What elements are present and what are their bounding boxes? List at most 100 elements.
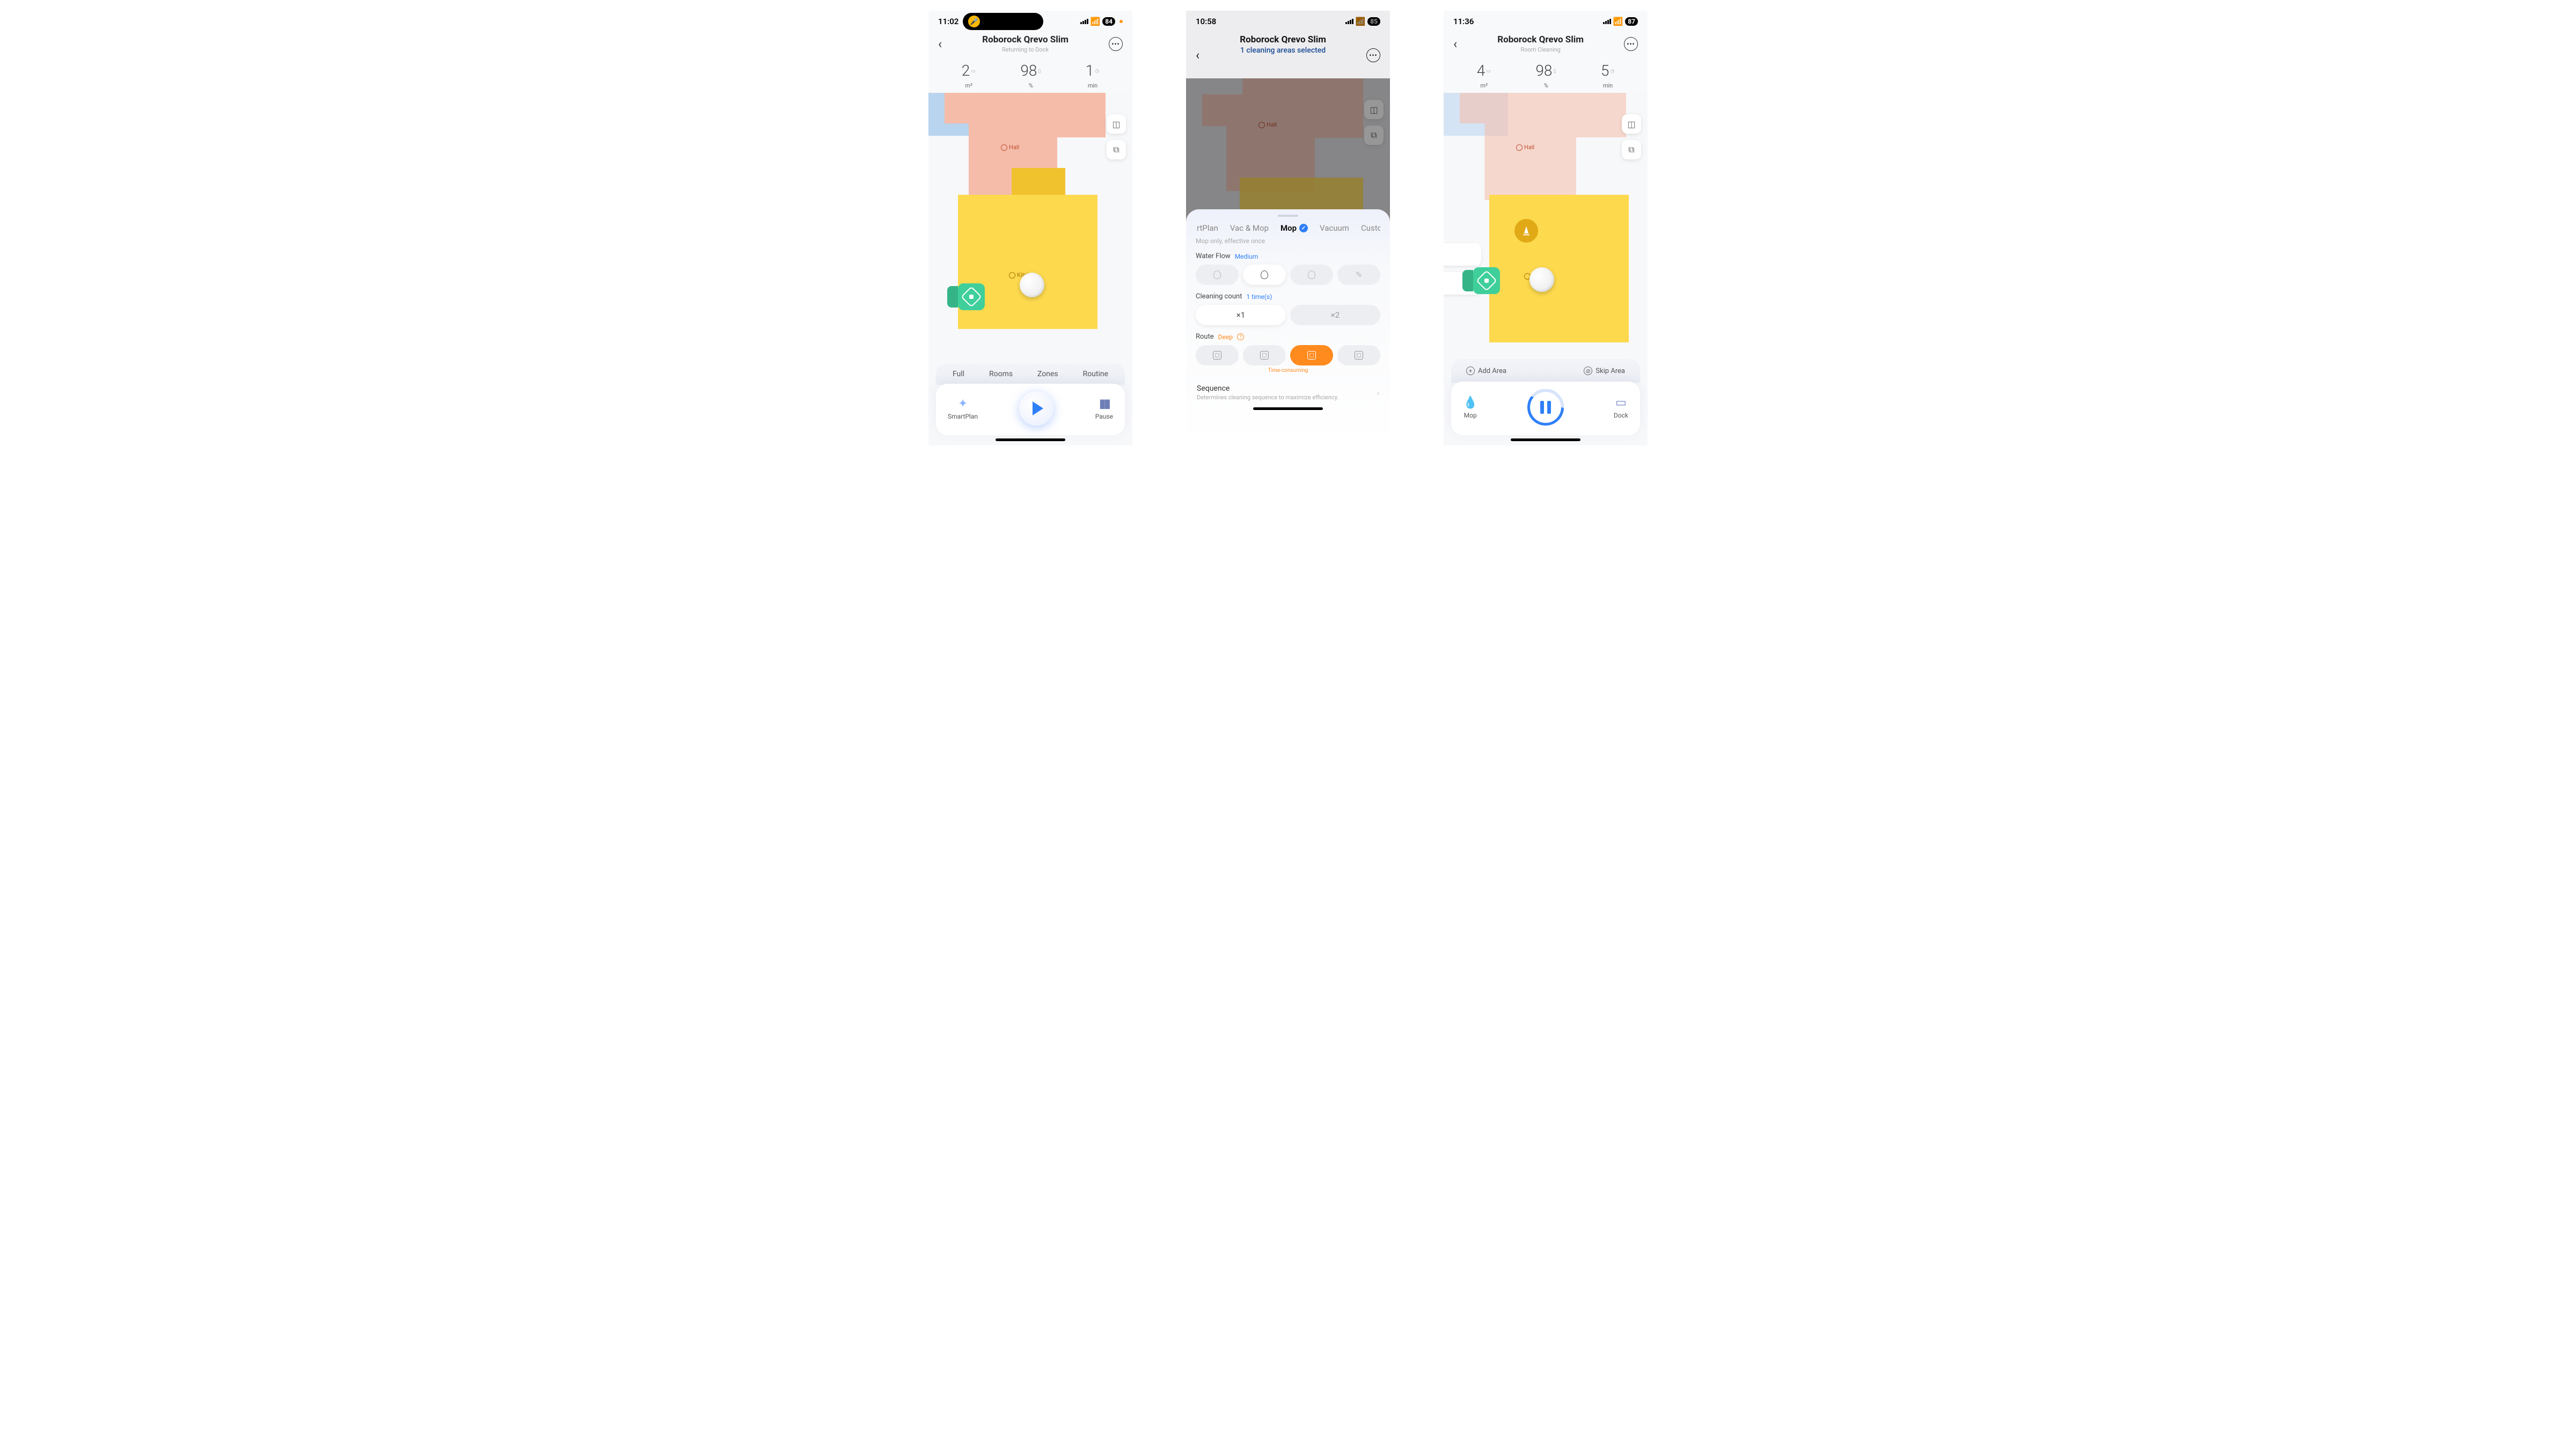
cellular-icon — [1345, 19, 1353, 24]
bottom-controls: Full Rooms Zones Routine ✦ SmartPlan ▮▮ … — [928, 363, 1132, 445]
robot-marker[interactable] — [1020, 273, 1044, 297]
dynamic-island[interactable]: 🎤 — [963, 13, 1043, 30]
route-opt-4[interactable] — [1337, 345, 1380, 365]
mode-description: Mop only, effective once — [1196, 237, 1380, 245]
dock-marker[interactable] — [1473, 267, 1500, 294]
app-header: ‹ Roborock Qrevo Slim Returning to Dock … — [928, 30, 1132, 55]
status-bar: 11:02 🎤 📶 84 — [928, 11, 1132, 30]
recording-indicator-icon — [1119, 20, 1123, 23]
cellular-icon — [1603, 19, 1611, 24]
sheet-handle[interactable] — [1278, 215, 1298, 217]
dock-button[interactable]: ▭ Dock — [1614, 396, 1628, 419]
room-label-hall[interactable]: Hall — [1001, 144, 1019, 151]
mop-toggle[interactable]: 💧 Mop — [1463, 396, 1477, 419]
home-indicator[interactable] — [1253, 407, 1323, 410]
tab-vacuum[interactable]: Vacuum — [1320, 223, 1349, 233]
check-icon: ✓ — [1299, 224, 1308, 232]
water-low-button[interactable] — [1196, 265, 1239, 285]
water-flow-value: Medium — [1235, 253, 1258, 260]
plus-icon: + — [1466, 367, 1475, 375]
tab-mop[interactable]: Mop ✓ — [1280, 223, 1308, 233]
settings-sheet: rtPlan Vac & Mop Mop ✓ Vacuum Custom Mop… — [1186, 209, 1390, 445]
area-icon: ▭ — [1486, 69, 1491, 74]
phone-screen-3: 11:36 📶 87 ‹ Roborock Qrevo Slim Room Cl… — [1444, 11, 1648, 445]
route-opt-3-active[interactable] — [1290, 345, 1333, 365]
camera-button[interactable]: ⧉ — [1107, 140, 1126, 159]
clock-icon: ◷ — [1095, 69, 1099, 74]
play-button[interactable] — [1019, 391, 1053, 426]
device-title: Roborock Qrevo Slim — [942, 34, 1109, 45]
tab-vac-mop[interactable]: Vac & Mop — [1230, 223, 1269, 233]
more-button[interactable]: ••• — [1109, 37, 1123, 51]
camera-button[interactable]: ⧉ — [1622, 140, 1641, 159]
status-icons: 📶 85 — [1345, 17, 1380, 26]
route-opt-1[interactable] — [1196, 345, 1239, 365]
clock-icon: ◷ — [1610, 69, 1614, 74]
more-button[interactable]: ••• — [1366, 48, 1380, 62]
tab-routine[interactable]: Routine — [1083, 370, 1108, 378]
app-header: ‹ Roborock Qrevo Slim 1 cleaning areas s… — [1186, 30, 1390, 78]
sequence-row[interactable]: Sequence Determines cleaning sequence to… — [1196, 381, 1380, 404]
skip-area-label: Skip Area — [1596, 367, 1625, 375]
stat-area: 2▭m² — [962, 62, 976, 90]
room-label-hall[interactable]: Hall — [1516, 144, 1534, 151]
drop-icon — [1261, 270, 1268, 279]
app-header: ‹ Roborock Qrevo Slim Room Cleaning ••• — [1444, 30, 1648, 55]
pause-icon — [1540, 401, 1551, 414]
robot-marker[interactable] — [1529, 267, 1554, 292]
stat-battery: 98▯% — [1020, 62, 1041, 90]
route-opt-2[interactable] — [1243, 345, 1286, 365]
add-area-button[interactable]: + Add Area — [1466, 367, 1506, 375]
water-high-button[interactable] — [1290, 265, 1333, 285]
map-edit-button[interactable]: ◫ — [1107, 114, 1126, 134]
home-indicator[interactable] — [996, 438, 1065, 441]
bottom-controls: + Add Area ⊘ Skip Area 💧 Mop ▭ Dock — [1444, 359, 1648, 445]
back-button[interactable]: ‹ — [1453, 36, 1457, 52]
floor-map[interactable]: Hall ◫ ⧉ rtPlan Vac & Mop Mop ✓ Vacuum C… — [1186, 78, 1390, 445]
tab-rooms[interactable]: Rooms — [989, 370, 1013, 378]
pause-label: Pause — [1095, 413, 1113, 420]
battery-icon: 85 — [1367, 17, 1380, 26]
cellular-icon — [1080, 19, 1088, 24]
status-icons: 📶 87 — [1603, 17, 1638, 26]
tab-smartplan-partial[interactable]: rtPlan — [1197, 223, 1218, 233]
count-2-button[interactable]: ×2 — [1290, 305, 1380, 325]
obstacle-marker[interactable] — [1514, 219, 1538, 243]
dock-icon: ▭ — [1615, 396, 1627, 409]
tab-zones[interactable]: Zones — [1037, 370, 1058, 378]
map-edit-button[interactable]: ◫ — [1622, 114, 1641, 134]
tab-full[interactable]: Full — [953, 370, 964, 378]
count-1-button[interactable]: ×1 — [1196, 305, 1286, 325]
drop-icon — [1308, 270, 1315, 279]
battery-icon: 87 — [1625, 17, 1638, 26]
dock-marker[interactable] — [958, 283, 985, 310]
stat-battery: 98▯% — [1535, 62, 1556, 90]
info-icon[interactable]: ? — [1237, 333, 1244, 340]
device-title: Roborock Qrevo Slim — [1457, 34, 1624, 45]
home-indicator[interactable] — [1511, 438, 1580, 441]
tab-custom-partial[interactable]: Custom — [1361, 223, 1380, 233]
phone-screen-1: 11:02 🎤 📶 84 ‹ Roborock Qrevo Slim Retur… — [928, 11, 1132, 445]
pause-icon: ▮▮ — [1099, 397, 1109, 411]
pause-button[interactable]: ▮▮ Pause — [1095, 397, 1113, 420]
skip-area-button[interactable]: ⊘ Skip Area — [1584, 367, 1625, 375]
back-button[interactable]: ‹ — [1196, 48, 1199, 63]
smartplan-button[interactable]: ✦ SmartPlan — [948, 397, 978, 420]
mic-icon: 🎤 — [968, 16, 980, 27]
water-custom-button[interactable]: ✎ — [1337, 265, 1380, 285]
side-card-1[interactable] — [1444, 243, 1481, 266]
battery-small-icon: ▯ — [1038, 69, 1041, 74]
water-medium-button[interactable] — [1243, 265, 1286, 285]
water-flow-label: Water Flow — [1196, 252, 1231, 260]
cleaning-count-section: Cleaning count 1 time(s) ×1 ×2 — [1196, 292, 1380, 325]
pause-ring-button[interactable] — [1527, 389, 1564, 426]
back-button[interactable]: ‹ — [938, 36, 942, 52]
stats-row: 2▭m² 98▯% 1◷min — [928, 55, 1132, 93]
status-time: 11:02 — [938, 17, 958, 26]
route-value: Deep — [1218, 333, 1233, 341]
device-status: Room Cleaning — [1457, 46, 1624, 53]
chevron-right-icon: › — [1377, 387, 1379, 398]
route-icon — [1355, 351, 1363, 360]
more-button[interactable]: ••• — [1624, 37, 1638, 51]
edit-drop-icon: ✎ — [1356, 270, 1363, 280]
